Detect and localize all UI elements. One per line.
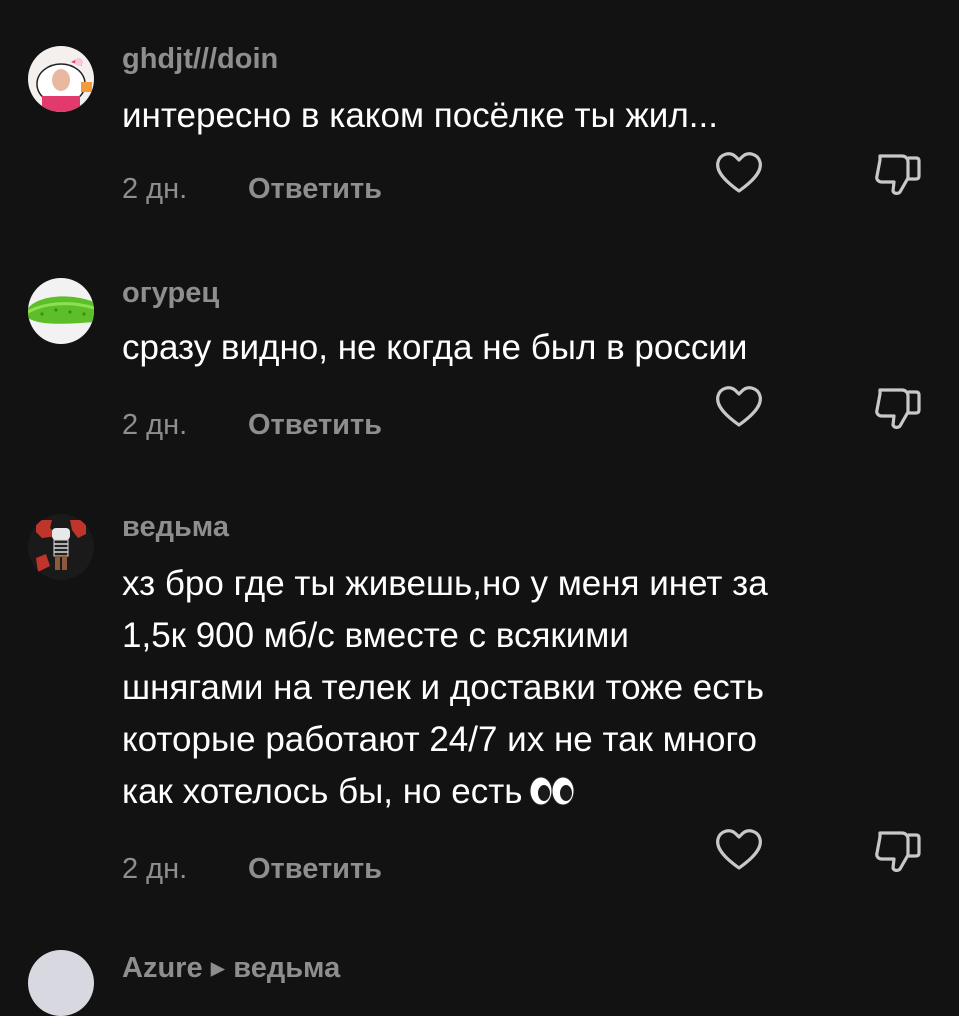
comment-line-last: как хотелось бы, но есть [122,766,768,818]
heart-icon[interactable] [714,827,764,871]
thumbs-down-icon[interactable] [872,150,924,196]
comment-line: 1,5к 900 мб/с вместе с всякими [122,616,629,655]
timestamp: 2 дн. [122,173,188,205]
comment-line: сразу видно, не когда не был в россии [122,328,748,367]
cucumber-avatar-icon [28,278,94,344]
thumbs-down-icon[interactable] [872,827,924,873]
comment-text: хз бро где ты живешь,но у меня инет за 1… [122,558,768,818]
avatar[interactable] [28,514,94,580]
comment-text: сразу видно, не когда не был в россии [122,322,747,374]
avatar[interactable] [28,46,94,112]
comment-line: хз бро где ты живешь,но у меня инет за [122,564,768,603]
reply-button[interactable]: Ответить [248,173,382,205]
game-character-avatar-icon [28,514,94,580]
reply-button[interactable]: Ответить [248,853,382,885]
timestamp: 2 дн. [122,409,188,441]
username[interactable]: Azure ▸ ведьма [122,950,340,985]
eyes-emoji-icon [529,776,575,806]
comment-meta: 2 дн. Ответить [122,172,382,206]
comment-line: как хотелось бы, но есть [122,772,523,811]
comment-meta: 2 дн. Ответить [122,852,382,886]
comment-meta: 2 дн. Ответить [122,408,382,442]
avatar[interactable] [28,278,94,344]
timestamp: 2 дн. [122,853,188,885]
reply-button[interactable]: Ответить [248,409,382,441]
comment-text: интересно в каком посёлке ты жил... [122,90,718,142]
username[interactable]: ведьма [122,510,229,544]
avatar[interactable] [28,950,94,1016]
heart-icon[interactable] [714,150,764,194]
comment-line: шнягами на телек и доставки тоже есть [122,668,765,707]
hello-kitty-avatar-icon [28,46,94,112]
comment-line: интересно в каком посёлке ты жил... [122,96,718,135]
username[interactable]: ghdjt///doin [122,42,278,76]
username[interactable]: огурец [122,276,219,310]
thumbs-down-icon[interactable] [872,384,924,430]
heart-icon[interactable] [714,384,764,428]
comment-line: которые работают 24/7 их не так много [122,720,757,759]
